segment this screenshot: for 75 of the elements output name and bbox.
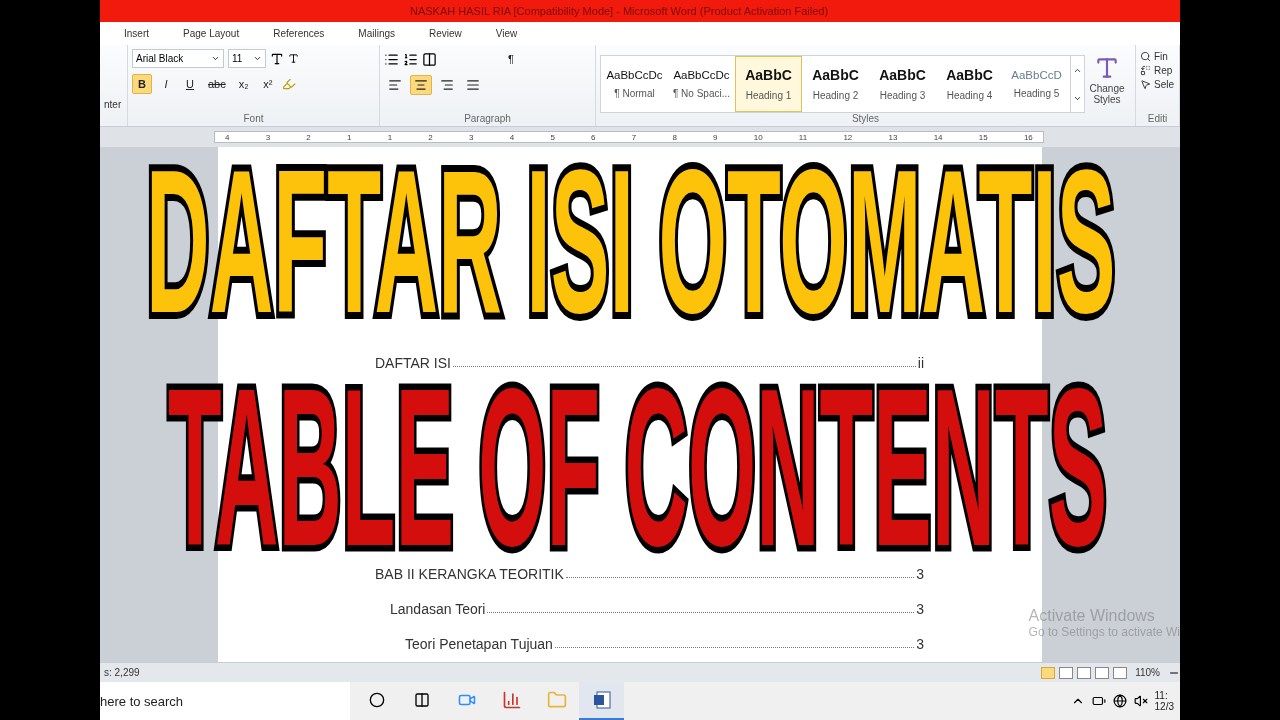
cortana-icon[interactable]: [368, 692, 385, 708]
group-label: Font: [242, 113, 265, 126]
battery-icon[interactable]: [1091, 694, 1106, 708]
headline-text: DAFTAR ISI OTOMATIS: [146, 161, 1116, 321]
view-mode-icon[interactable]: [1095, 666, 1110, 679]
group-label: Paragraph: [463, 113, 512, 126]
search-field[interactable]: here to search: [100, 682, 350, 720]
grow-font-icon[interactable]: [270, 51, 284, 66]
toc-entry[interactable]: BAB II KERANGKA TEORITIK: [375, 566, 564, 582]
speaker-muted-icon[interactable]: [1133, 694, 1148, 708]
toc-entry[interactable]: DAFTAR ISI: [375, 355, 451, 371]
font-size-field[interactable]: 11: [228, 49, 266, 68]
numbering-icon[interactable]: [403, 51, 418, 67]
ribbon-tab[interactable]: Page Layout: [168, 25, 255, 42]
command-icon: [1140, 65, 1151, 76]
network-icon[interactable]: [1112, 694, 1127, 708]
group-label: Styles: [850, 113, 881, 126]
view-mode-icon[interactable]: [1077, 666, 1092, 679]
format-button[interactable]: B: [132, 74, 152, 94]
editing-command[interactable]: Fin: [1140, 51, 1175, 62]
page-number: 3: [916, 636, 924, 652]
dropdown-caret-icon: [253, 54, 262, 63]
format-button[interactable]: U: [180, 74, 200, 94]
task-view-icon[interactable]: [413, 692, 430, 708]
group-label: Editi: [1146, 113, 1169, 126]
document-app-icon[interactable]: [591, 690, 612, 710]
window-title: NASKAH HASIL RIA [Compatibility Mode] - Microsoft Word (Product Activation Failed): [410, 5, 829, 17]
page-number: 3: [916, 566, 924, 582]
ribbon-tab[interactable]: View: [480, 25, 533, 42]
change-styles-button[interactable]: Change Styles: [1085, 49, 1129, 113]
align-lines-icon: [466, 78, 480, 92]
bullets-icon[interactable]: [384, 51, 399, 67]
align-lines-icon: [440, 78, 454, 92]
align-lines-icon: [414, 78, 428, 92]
dropdown-caret-icon: [211, 54, 220, 63]
format-button[interactable]: x²: [257, 74, 278, 94]
word-count: s: 2,299: [103, 667, 141, 678]
ribbon-tab[interactable]: Insert: [109, 25, 164, 42]
view-mode-icon[interactable]: [1059, 666, 1074, 679]
page-number: 3: [916, 601, 924, 617]
style-option[interactable]: AaBbCcDc ¶ No Spaci...: [668, 56, 735, 112]
style-option[interactable]: AaBbCcDc ¶ Normal: [601, 56, 668, 112]
ribbon-tab[interactable]: Mailings: [343, 25, 410, 42]
command-icon: [1140, 51, 1151, 62]
view-mode-icon[interactable]: [1113, 666, 1128, 679]
editing-command[interactable]: Sele: [1140, 79, 1175, 90]
format-painter-label[interactable]: nter: [104, 99, 123, 110]
ruler: 4 3 2 1 1 2 3 4 5 6 7 8 9 10 11 12 13 14 15 16: [214, 131, 1044, 143]
style-option[interactable]: AaBbC Heading 4: [936, 56, 1003, 112]
format-button[interactable]: x₂: [233, 74, 254, 94]
ribbon-tab[interactable]: References: [258, 25, 340, 42]
letter-style-icon: [1094, 55, 1120, 81]
shrink-font-icon[interactable]: [288, 53, 299, 64]
format-button[interactable]: I: [156, 74, 176, 94]
columns-icon[interactable]: [422, 51, 437, 67]
clock-date: 12/3: [1154, 701, 1174, 712]
style-option[interactable]: AaBbC Heading 1: [735, 56, 802, 112]
align-button[interactable]: [410, 75, 432, 95]
pilcrow-button[interactable]: ¶: [501, 49, 521, 69]
font-name-field[interactable]: Arial Black: [132, 49, 224, 68]
zoom-level: 110%: [1134, 667, 1161, 678]
style-option[interactable]: AaBbCcD Heading 5: [1003, 56, 1070, 112]
chart-app-icon[interactable]: [501, 690, 522, 710]
clock-time: 11:: [1154, 690, 1169, 701]
style-option[interactable]: AaBbC Heading 2: [802, 56, 869, 112]
page-number: ii: [917, 355, 924, 371]
format-button[interactable]: abc: [204, 74, 230, 94]
toc-entry[interactable]: Teori Penetapan Tujuan: [405, 636, 553, 652]
subtitle-text: TABLE OF CONTENTS: [168, 380, 1108, 556]
ribbon-tab[interactable]: Review: [414, 25, 477, 42]
command-icon: [1140, 79, 1151, 90]
style-option[interactable]: AaBbC Heading 3: [869, 56, 936, 112]
align-lines-icon: [388, 78, 402, 92]
editing-command[interactable]: Rep: [1140, 65, 1175, 76]
toc-entry[interactable]: Landasan Teori: [390, 601, 486, 617]
